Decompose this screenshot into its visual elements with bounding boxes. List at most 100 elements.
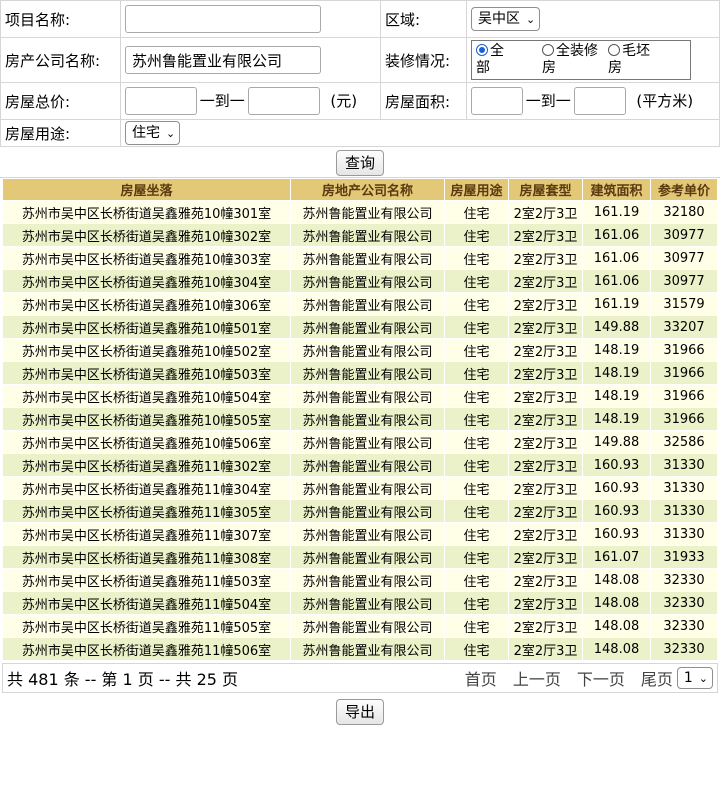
table-cell: 2室2厅3卫	[508, 614, 583, 638]
table-cell: 苏州市吴中区长桥街道吴鑫雅苑10幢501室	[2, 315, 291, 339]
next-page-link[interactable]: 下一页	[577, 666, 625, 690]
price-from-input[interactable]	[125, 87, 197, 115]
table-cell: 33207	[650, 315, 718, 339]
table-cell: 住宅	[444, 499, 509, 523]
prev-page-link[interactable]: 上一页	[513, 666, 561, 690]
table-cell: 2室2厅3卫	[508, 269, 583, 293]
table-cell: 住宅	[444, 292, 509, 316]
table-row: 苏州市吴中区长桥街道吴鑫雅苑10幢502室 苏州鲁能置业有限公司 住宅 2室2厅3卫 1…	[2, 338, 718, 362]
table-cell: 32330	[650, 614, 718, 638]
table-row: 苏州市吴中区长桥街道吴鑫雅苑10幢504室 苏州鲁能置业有限公司 住宅 2室2厅3卫 1…	[2, 384, 718, 408]
table-row: 苏州市吴中区长桥街道吴鑫雅苑11幢308室 苏州鲁能置业有限公司 住宅 2室2厅3卫 1…	[2, 545, 718, 569]
area-range-separator: 一到一	[525, 91, 571, 110]
chevron-down-icon: ⌄	[698, 672, 708, 685]
table-cell: 苏州鲁能置业有限公司	[290, 430, 445, 454]
table-cell: 30977	[650, 246, 718, 270]
table-cell: 2室2厅3卫	[508, 200, 583, 224]
first-page-link[interactable]: 首页	[465, 666, 497, 690]
table-cell: 苏州鲁能置业有限公司	[290, 292, 445, 316]
total-price-label: 房屋总价:	[0, 82, 121, 120]
table-cell: 32180	[650, 200, 718, 224]
table-cell: 2室2厅3卫	[508, 522, 583, 546]
table-cell: 苏州市吴中区长桥街道吴鑫雅苑10幢303室	[2, 246, 291, 270]
table-cell: 2室2厅3卫	[508, 499, 583, 523]
table-cell: 161.06	[582, 269, 651, 293]
price-to-input[interactable]	[247, 87, 320, 115]
decoration-radio-group: 全部全装修 房毛坯房	[471, 40, 691, 80]
decoration-label: 装修情况:	[380, 37, 467, 83]
table-cell: 32586	[650, 430, 718, 454]
table-cell: 苏州市吴中区长桥街道吴鑫雅苑11幢308室	[2, 545, 291, 569]
last-page-link[interactable]: 尾页	[641, 666, 673, 690]
area-from-input[interactable]	[471, 87, 523, 115]
decoration-option-label-cont: 房	[608, 60, 622, 76]
table-cell: 苏州市吴中区长桥街道吴鑫雅苑10幢301室	[2, 200, 291, 224]
decoration-option[interactable]: 全装修房	[542, 43, 608, 77]
table-row: 苏州市吴中区长桥街道吴鑫雅苑11幢504室 苏州鲁能置业有限公司 住宅 2室2厅3卫 1…	[2, 591, 718, 615]
table-cell: 苏州鲁能置业有限公司	[290, 637, 445, 661]
table-cell: 苏州鲁能置业有限公司	[290, 361, 445, 385]
export-button[interactable]: 导出	[335, 699, 384, 725]
area-to-input[interactable]	[573, 87, 626, 115]
table-cell: 2室2厅3卫	[508, 545, 583, 569]
decoration-option[interactable]: 全部	[476, 43, 542, 77]
table-cell: 苏州市吴中区长桥街道吴鑫雅苑11幢305室	[2, 499, 291, 523]
table-cell: 苏州鲁能置业有限公司	[290, 384, 445, 408]
table-cell: 31330	[650, 499, 718, 523]
table-cell: 苏州鲁能置业有限公司	[290, 246, 445, 270]
table-cell: 2室2厅3卫	[508, 476, 583, 500]
table-cell: 148.19	[582, 338, 651, 362]
table-row: 苏州市吴中区长桥街道吴鑫雅苑10幢506室 苏州鲁能置业有限公司 住宅 2室2厅3卫 1…	[2, 430, 718, 454]
table-cell: 苏州市吴中区长桥街道吴鑫雅苑11幢506室	[2, 637, 291, 661]
table-cell: 149.88	[582, 430, 651, 454]
radio-unchecked-icon[interactable]	[608, 44, 620, 56]
district-label: 区域:	[380, 0, 467, 38]
table-cell: 161.06	[582, 223, 651, 247]
decoration-option[interactable]: 毛坯房	[608, 43, 674, 77]
decoration-option-label: 毛坯	[622, 43, 650, 59]
table-row: 苏州市吴中区长桥街道吴鑫雅苑10幢501室 苏州鲁能置业有限公司 住宅 2室2厅3卫 1…	[2, 315, 718, 339]
pagination-bar: 共 481 条 -- 第 1 页 -- 共 25 页 首页 上一页 下一页 尾页…	[2, 663, 718, 693]
table-row: 苏州市吴中区长桥街道吴鑫雅苑10幢303室 苏州鲁能置业有限公司 住宅 2室2厅3卫 1…	[2, 246, 718, 270]
column-header: 参考单价	[650, 178, 718, 201]
table-cell: 2室2厅3卫	[508, 430, 583, 454]
table-row: 苏州市吴中区长桥街道吴鑫雅苑11幢304室 苏州鲁能置业有限公司 住宅 2室2厅3卫 1…	[2, 476, 718, 500]
table-cell: 2室2厅3卫	[508, 407, 583, 431]
area-label: 房屋面积:	[380, 82, 467, 120]
table-row: 苏州市吴中区长桥街道吴鑫雅苑10幢306室 苏州鲁能置业有限公司 住宅 2室2厅3卫 1…	[2, 292, 718, 316]
column-header: 房屋套型	[508, 178, 583, 201]
table-cell: 苏州鲁能置业有限公司	[290, 407, 445, 431]
table-cell: 32330	[650, 568, 718, 592]
project-name-input[interactable]	[125, 5, 321, 33]
table-cell: 2室2厅3卫	[508, 384, 583, 408]
radio-checked-icon[interactable]	[476, 44, 488, 56]
company-input[interactable]: 苏州鲁能置业有限公司	[125, 46, 321, 74]
radio-unchecked-icon[interactable]	[542, 44, 554, 56]
page-select[interactable]: 1 ⌄	[676, 667, 713, 689]
table-cell: 31330	[650, 453, 718, 477]
price-range-separator: 一到一	[199, 91, 245, 110]
table-cell: 苏州鲁能置业有限公司	[290, 614, 445, 638]
table-cell: 30977	[650, 269, 718, 293]
usage-select[interactable]: 住宅 ⌄	[125, 121, 181, 145]
table-cell: 住宅	[444, 315, 509, 339]
table-cell: 161.19	[582, 200, 651, 224]
chevron-down-icon: ⌄	[526, 13, 536, 26]
table-cell: 住宅	[444, 545, 509, 569]
table-cell: 31579	[650, 292, 718, 316]
table-cell: 苏州鲁能置业有限公司	[290, 315, 445, 339]
table-cell: 苏州鲁能置业有限公司	[290, 545, 445, 569]
table-cell: 31330	[650, 476, 718, 500]
table-cell: 苏州鲁能置业有限公司	[290, 223, 445, 247]
table-cell: 2室2厅3卫	[508, 637, 583, 661]
table-cell: 148.19	[582, 407, 651, 431]
table-cell: 148.08	[582, 568, 651, 592]
project-name-label: 项目名称:	[0, 0, 121, 38]
table-cell: 苏州鲁能置业有限公司	[290, 338, 445, 362]
table-cell: 住宅	[444, 453, 509, 477]
table-cell: 苏州鲁能置业有限公司	[290, 568, 445, 592]
table-cell: 苏州市吴中区长桥街道吴鑫雅苑10幢306室	[2, 292, 291, 316]
table-cell: 31966	[650, 384, 718, 408]
district-select[interactable]: 吴中区 ⌄	[471, 7, 541, 31]
query-button[interactable]: 查询	[335, 150, 384, 176]
